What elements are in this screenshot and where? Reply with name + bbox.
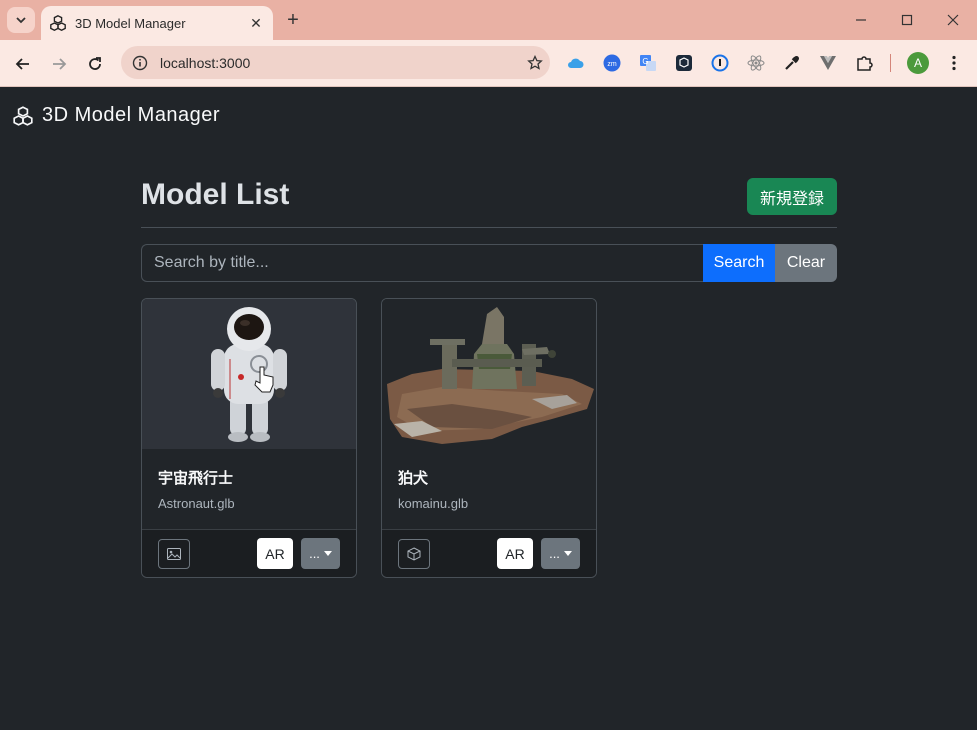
search-input[interactable]: [141, 244, 703, 282]
translate-icon[interactable]: G: [637, 52, 659, 74]
chevron-down-icon: [16, 17, 26, 24]
page-title: Model List: [141, 178, 290, 211]
app-page: 3D Model Manager Model List 新規登録 Search …: [0, 87, 977, 730]
more-label: ...: [309, 546, 320, 561]
back-button[interactable]: [10, 51, 36, 77]
box-icon: [407, 547, 421, 561]
close-tab-icon[interactable]: ✕: [245, 12, 267, 34]
vue-icon[interactable]: [817, 52, 839, 74]
cube-ext-icon[interactable]: [673, 52, 695, 74]
model-title: 宇宙飛行士: [158, 470, 234, 487]
puzzle-icon[interactable]: [853, 52, 875, 74]
card-footer: AR ...: [382, 529, 596, 577]
caret-down-icon: [323, 551, 332, 556]
tab-search-button[interactable]: [7, 7, 35, 33]
more-menu-icon[interactable]: [943, 52, 965, 74]
browser-tabstrip: 3D Model Manager ✕ +: [0, 0, 977, 40]
navbar-brand[interactable]: 3D Model Manager: [12, 104, 220, 127]
browser-toolbar: localhost:3000 zm G A: [0, 40, 977, 87]
model-view-button[interactable]: [398, 539, 430, 569]
cubes-icon: [50, 15, 66, 31]
komainu-thumbnail: [382, 299, 596, 449]
svg-text:G: G: [642, 57, 648, 66]
clear-button[interactable]: Clear: [775, 244, 837, 282]
model-card: 宇宙飛行士 Astronaut.glb AR ...: [141, 298, 357, 578]
new-model-button[interactable]: 新規登録: [747, 178, 837, 215]
browser-tab[interactable]: 3D Model Manager ✕: [41, 6, 273, 40]
react-icon[interactable]: [745, 52, 767, 74]
minimize-icon: [856, 19, 866, 21]
ar-button[interactable]: AR: [257, 538, 293, 569]
cubes-icon: [13, 105, 33, 126]
zoom-icon[interactable]: zm: [601, 52, 623, 74]
more-dropdown-button[interactable]: ...: [541, 538, 580, 569]
site-info-icon[interactable]: [132, 55, 148, 71]
model-thumbnail-komainu[interactable]: [382, 299, 596, 449]
arrow-right-icon: [53, 58, 67, 70]
model-title: 狛犬: [398, 470, 429, 487]
more-label: ...: [549, 546, 560, 561]
password-icon[interactable]: [709, 52, 731, 74]
image-icon: [167, 548, 181, 560]
url-text[interactable]: localhost:3000: [160, 55, 520, 71]
search-group: Search Clear: [141, 244, 837, 282]
maximize-icon: [901, 14, 913, 26]
tab-title: 3D Model Manager: [75, 15, 186, 31]
brand-title: 3D Model Manager: [42, 104, 221, 126]
new-tab-button[interactable]: +: [282, 9, 304, 31]
search-button[interactable]: Search: [703, 244, 775, 282]
bookmark-star-icon[interactable]: [520, 54, 550, 71]
eyedropper-icon[interactable]: [781, 52, 803, 74]
more-dropdown-button[interactable]: ...: [301, 538, 340, 569]
ar-button[interactable]: AR: [497, 538, 533, 569]
close-window-button[interactable]: [930, 6, 976, 34]
minimize-button[interactable]: [838, 6, 884, 34]
toolbar-separator: [890, 54, 891, 72]
divider: [141, 227, 837, 228]
model-filename: Astronaut.glb: [158, 496, 235, 511]
model-card: 狛犬 komainu.glb AR ...: [381, 298, 597, 578]
close-icon: [947, 14, 959, 26]
thumbnail-button[interactable]: [158, 539, 190, 569]
cloud-icon[interactable]: [564, 52, 586, 74]
maximize-button[interactable]: [884, 6, 930, 34]
model-thumbnail-astronaut[interactable]: [142, 299, 356, 449]
caret-down-icon: [563, 551, 572, 556]
arrow-left-icon: [15, 58, 29, 70]
reload-icon: [89, 57, 101, 70]
reload-button[interactable]: [82, 51, 108, 77]
forward-button[interactable]: [46, 51, 72, 77]
card-footer: AR ...: [142, 529, 356, 577]
astronaut-thumbnail: [142, 299, 356, 449]
profile-avatar[interactable]: A: [907, 52, 929, 74]
address-bar[interactable]: localhost:3000: [121, 46, 550, 79]
svg-text:zm: zm: [607, 61, 617, 68]
model-filename: komainu.glb: [398, 496, 469, 511]
